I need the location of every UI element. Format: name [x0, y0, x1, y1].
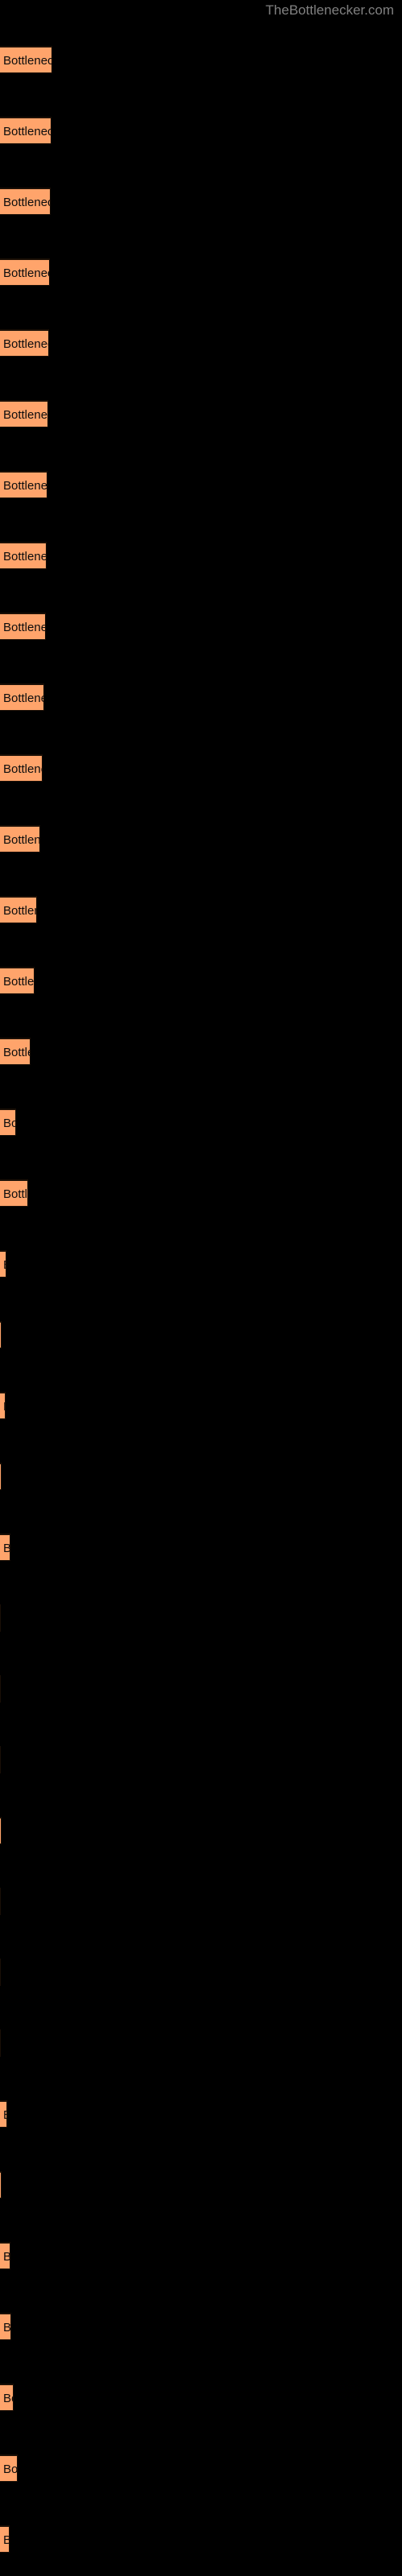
bar: Bottleneck result	[0, 258, 50, 286]
bar-label: Bottleneck result	[3, 2321, 11, 2334]
bar: Bottleneck result	[0, 2313, 11, 2340]
bar-label: Bottleneck result	[3, 1046, 30, 1059]
bar: Bottleneck result	[0, 1321, 2, 1348]
bar: Bottleneck result	[0, 2171, 2, 2198]
bar: Bottleneck result	[0, 2454, 18, 2482]
bar: Bottleneck result	[0, 1746, 1, 1773]
bar-label: Bottleneck result	[3, 479, 47, 493]
bar-label: Bottleneck result	[3, 2244, 10, 2268]
bottleneck-bar-chart: Bottleneck result Bottleneck result Bottle…	[0, 0, 402, 2576]
bar-label: Bottleneck result	[3, 975, 35, 989]
bar-label: Bottleneck result	[3, 408, 48, 422]
bar: Bottleneck result	[0, 1817, 2, 1844]
bar-label: Bottleneck result	[3, 833, 40, 847]
bar: Bottleneck result	[0, 1675, 1, 1703]
bar: Bottleneck result	[0, 329, 49, 357]
bar: Bottleneck result	[0, 1534, 10, 1561]
bar: Bottleneck result	[0, 754, 43, 782]
bar-label: Bottleneck result	[3, 1535, 10, 1560]
bar: Bottleneck result	[0, 1179, 28, 1207]
bar-label: Bottleneck result	[3, 196, 50, 209]
bar: Bottleneck result	[0, 1604, 1, 1632]
bar-label: Bottleneck result	[3, 621, 45, 634]
bar: Bottleneck result	[0, 400, 48, 427]
bar-label: Bottleneck result	[3, 1393, 5, 1418]
bar: Bottleneck result	[0, 2242, 10, 2269]
bar: Bottleneck result	[0, 2525, 10, 2553]
bar: Bottleneck result	[0, 1392, 6, 1419]
bar: Bottleneck result	[0, 117, 51, 144]
bar-label: Bottleneck result	[3, 762, 42, 776]
bar: Bottleneck result	[0, 2100, 7, 2128]
bar: Bottleneck result	[0, 613, 46, 640]
bar-label: Bottleneck result	[3, 691, 43, 705]
bar: Bottleneck result	[0, 967, 35, 994]
bar: Bottleneck result	[0, 896, 37, 923]
bar: Bottleneck result	[0, 1959, 1, 1986]
bar: Bottleneck result	[0, 2384, 14, 2411]
bar-label: Bottleneck result	[3, 1252, 6, 1277]
bar: Bottleneck result	[0, 1888, 1, 1915]
bar: Bottleneck result	[0, 1463, 2, 1490]
bar-label: Bottleneck result	[3, 337, 48, 351]
bar-label: Bottleneck result	[3, 54, 51, 68]
bar-label: Bottleneck result	[3, 2102, 6, 2127]
bar: Bottleneck result	[0, 471, 47, 498]
bar-label: Bottleneck result	[3, 125, 51, 138]
bar: Bottleneck result	[0, 542, 47, 569]
bar-label: Bottleneck result	[3, 266, 49, 280]
bar: Bottleneck result	[0, 825, 40, 852]
bar-label: Bottleneck result	[3, 2527, 9, 2552]
bar-label: Bottleneck result	[3, 550, 46, 564]
bar: Bottleneck result	[0, 1038, 31, 1065]
bar-label: Bottleneck result	[3, 904, 36, 918]
bar: Bottleneck result	[0, 683, 44, 711]
bar-label: Bottleneck result	[3, 1187, 28, 1201]
bar-label: Bottleneck result	[3, 1117, 15, 1130]
bar: Bottleneck result	[0, 46, 52, 73]
bar-label: Bottleneck result	[3, 2462, 18, 2476]
bar: Bottleneck result	[0, 1250, 6, 1278]
bar: Bottleneck result	[0, 188, 51, 215]
bar: Bottleneck result	[0, 2029, 1, 2057]
bar-label: Bottleneck result	[3, 2392, 13, 2405]
bar: Bottleneck result	[0, 1108, 16, 1136]
